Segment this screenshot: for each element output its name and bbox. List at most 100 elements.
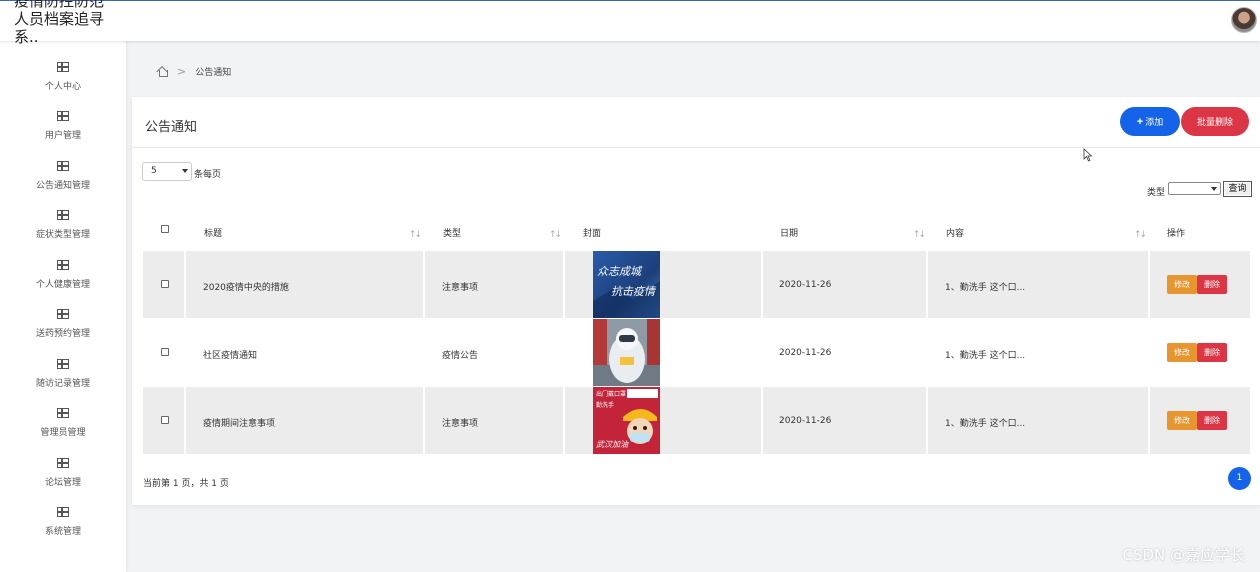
sidebar-item-forum[interactable]: 论坛管理 (0, 458, 126, 507)
type-filter-select[interactable] (1168, 182, 1221, 195)
sort-icon[interactable]: ↑↓ (913, 230, 926, 240)
home-icon[interactable] (157, 66, 168, 77)
sidebar-item-notices[interactable]: 公告通知管理 (0, 161, 126, 210)
row-checkbox[interactable] (161, 280, 169, 288)
row-date: 2020-11-26 (779, 280, 832, 290)
sidebar-item-label: 公告通知管理 (35, 181, 90, 191)
row-date: 2020-11-26 (779, 348, 832, 358)
edit-button[interactable]: 修改 (1167, 275, 1197, 294)
column-header-cover: 封面 (583, 229, 602, 239)
row-checkbox[interactable] (161, 416, 169, 424)
edit-button[interactable]: 修改 (1167, 343, 1197, 362)
table-cell: 修改 删除 (1150, 387, 1250, 454)
sidebar-item-label: 送药预约管理 (35, 329, 90, 339)
watermark: CSDN @嘉应学长 (1122, 546, 1245, 564)
user-avatar[interactable] (1231, 7, 1257, 33)
cover-image-3: 出门戴口罩 勤洗手 武汉加油 (593, 387, 660, 454)
row-type: 疫情公告 (442, 351, 479, 361)
table-row: 疫情期间注意事项 注意事项 出门戴口罩 勤洗手 武汉加油 2020-11-26 … (143, 387, 1250, 454)
table-cell: 1、勤洗手 这个口... (928, 387, 1148, 454)
page-button[interactable]: 1 (1228, 467, 1251, 490)
plus-icon: + (1136, 115, 1144, 128)
grid-icon (57, 507, 69, 517)
table-cell: 社区疫情通知 (186, 319, 423, 386)
table-cell: 疫情公告 (425, 319, 563, 386)
app-title-line: 疫情防控防范 (14, 0, 105, 10)
grid-icon (57, 62, 69, 72)
page-title: 公告通知 (145, 120, 198, 135)
grid-icon (57, 161, 69, 171)
page-size-select[interactable]: 5 (142, 162, 192, 181)
delete-button[interactable]: 删除 (1197, 275, 1227, 294)
sidebar-item-medicine-booking[interactable]: 送药预约管理 (0, 309, 126, 358)
cover-image-1: 众志成城 抗击疫情 (593, 251, 660, 318)
sidebar-item-label: 个人中心 (44, 82, 81, 92)
add-button[interactable]: + 添加 (1120, 107, 1180, 136)
app-title-line: 系.. (14, 28, 39, 46)
sidebar-item-label: 用户管理 (44, 131, 81, 141)
grid-icon (57, 408, 69, 418)
breadcrumb-current: 公告通知 (195, 67, 232, 78)
mouse-cursor-icon (1083, 148, 1093, 162)
sidebar-item-label: 系统管理 (44, 527, 81, 537)
sidebar-item-system[interactable]: 系统管理 (0, 507, 126, 556)
delete-button[interactable]: 删除 (1197, 343, 1227, 362)
row-content: 1、勤洗手 这个口... (945, 283, 1026, 293)
table-cell (143, 387, 184, 454)
table-cell: 1、勤洗手 这个口... (928, 319, 1148, 386)
sort-icon[interactable]: ↑↓ (409, 230, 422, 240)
table-cell: 1、勤洗手 这个口... (928, 251, 1148, 318)
sidebar: 个人中心 用户管理 公告通知管理 症状类型管理 个人健康管理 送药预约管理 随访… (0, 41, 126, 572)
chevron-down-icon (182, 169, 188, 173)
sort-icon[interactable]: ↑↓ (549, 230, 562, 240)
select-all-checkbox[interactable] (161, 225, 169, 233)
cover-text: 勤洗手 (596, 401, 614, 409)
column-header-content[interactable]: 内容 (946, 226, 964, 239)
cover-text: 抗击疫情 (611, 285, 657, 298)
delete-button[interactable]: 删除 (1197, 411, 1227, 430)
breadcrumb: > 公告通知 (157, 64, 231, 78)
column-header-title[interactable]: 标题 (204, 226, 222, 239)
table-cell: 修改 删除 (1150, 251, 1250, 318)
edit-button[interactable]: 修改 (1167, 411, 1197, 430)
breadcrumb-separator: > (177, 64, 187, 78)
sort-icon[interactable]: ↑↓ (1134, 230, 1147, 240)
grid-icon (57, 359, 69, 369)
row-date: 2020-11-26 (779, 416, 832, 426)
table-cell: 注意事项 (425, 251, 563, 318)
query-button[interactable]: 查询 (1223, 181, 1252, 197)
batch-delete-button[interactable]: 批量删除 (1181, 107, 1249, 136)
column-header-actions: 操作 (1167, 229, 1186, 239)
cover-text: 武汉加油 (596, 440, 629, 449)
grid-icon (57, 111, 69, 121)
sidebar-item-symptom-types[interactable]: 症状类型管理 (0, 210, 126, 259)
row-type: 注意事项 (442, 283, 479, 293)
sidebar-item-users[interactable]: 用户管理 (0, 111, 126, 160)
top-bar: 疫情防控防范 人员档案追寻 系.. (0, 0, 1260, 46)
pagination-info: 当前第 1 页，共 1 页 (143, 479, 229, 489)
sidebar-item-admins[interactable]: 管理员管理 (0, 408, 126, 457)
grid-icon (57, 260, 69, 270)
table-row: 2020疫情中央的措施 注意事项 众志成城 抗击疫情 2020-11-26 1、… (143, 251, 1250, 318)
table-cell: 2020-11-26 (763, 251, 926, 318)
row-content: 1、勤洗手 这个口... (945, 351, 1026, 361)
chevron-down-icon (1211, 187, 1217, 191)
table-cell: 2020-11-26 (763, 319, 926, 386)
table-cell (143, 251, 184, 318)
sidebar-item-personal-center[interactable]: 个人中心 (0, 62, 126, 111)
table-cell: 注意事项 (425, 387, 563, 454)
sidebar-item-health[interactable]: 个人健康管理 (0, 260, 126, 309)
cover-text: 众志成城 (597, 265, 643, 278)
column-header-date[interactable]: 日期 (780, 226, 798, 239)
row-content: 1、勤洗手 这个口... (945, 419, 1026, 429)
cover-image: 出门戴口罩 勤洗手 武汉加油 (593, 387, 660, 454)
sidebar-item-label: 随访记录管理 (35, 379, 90, 389)
column-header-type[interactable]: 类型 (443, 226, 461, 239)
table-cell (143, 319, 184, 386)
row-type: 注意事项 (442, 419, 479, 429)
grid-icon (57, 458, 69, 468)
add-button-label: 添加 (1145, 117, 1164, 127)
sidebar-item-follow-up[interactable]: 随访记录管理 (0, 359, 126, 408)
app-title-line: 人员档案追寻 (14, 10, 105, 28)
row-checkbox[interactable] (161, 348, 169, 356)
